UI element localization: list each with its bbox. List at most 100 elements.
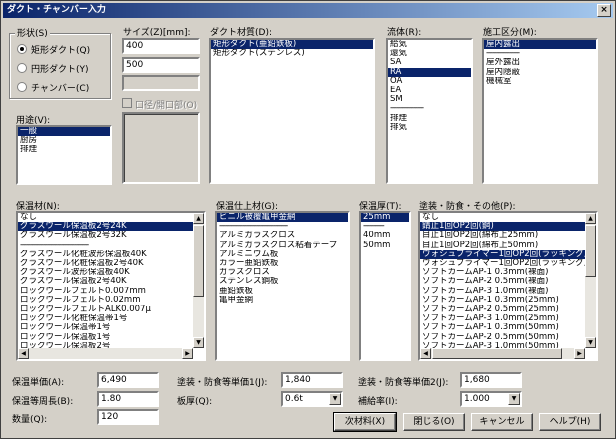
fluid-item[interactable]: SM: [388, 95, 471, 104]
fluid-item[interactable]: 給気: [388, 40, 471, 49]
scroll-right-icon[interactable]: ▶: [182, 348, 193, 359]
insulation-item[interactable]: グラスウール保温板2号24K: [18, 222, 204, 232]
scroll-up-icon[interactable]: ▲: [193, 213, 204, 224]
construction-item[interactable]: 屋内隠蔽: [484, 68, 596, 77]
thickness-list[interactable]: 25mm ---------- 40mm 50mm: [359, 211, 411, 361]
finish-item[interactable]: 亀甲金網: [217, 296, 348, 305]
thickness-item[interactable]: 50mm: [361, 241, 409, 250]
insulation-item[interactable]: ロックウール保温帯1号: [18, 323, 204, 332]
quantity-input[interactable]: 120: [97, 409, 159, 425]
scroll-left-icon[interactable]: ◀: [420, 348, 431, 359]
insulation-item[interactable]: グラスウール保温板2号32K: [18, 231, 204, 240]
opening-list[interactable]: [122, 112, 200, 184]
construction-item[interactable]: 機械室: [484, 77, 596, 86]
insulation-scroll-thumb[interactable]: [193, 225, 204, 297]
coating-item[interactable]: 目止1回OP2回(綿布上25mm): [420, 231, 596, 240]
finish-item[interactable]: アルミガラスクロス粘着テープ: [217, 241, 348, 250]
usage-item[interactable]: 一般: [18, 127, 110, 137]
close-button[interactable]: ×: [597, 4, 611, 17]
coating2-input[interactable]: 1,680: [460, 372, 522, 388]
scroll-up-icon[interactable]: ▲: [585, 213, 596, 224]
coating-list[interactable]: なし 錆止1回OP2回(鋼) 目止1回OP2回(綿布上25mm) 目止1回OP2…: [418, 211, 598, 361]
close-dialog-button[interactable]: 閉じる(O): [403, 413, 465, 431]
coating-item[interactable]: なし: [420, 213, 596, 222]
scroll-left-icon[interactable]: ◀: [18, 348, 29, 359]
insulation-item[interactable]: グラスウール化粧保温板2号40K: [18, 259, 204, 268]
unit-price-input[interactable]: 6,490: [97, 372, 159, 388]
insulation-item[interactable]: なし: [18, 213, 204, 222]
usage-list[interactable]: 一般 厨房 排煙: [16, 125, 112, 185]
coating-item[interactable]: ウォシュプライマー1回OP2回(ラッキング上25mm): [420, 249, 596, 260]
insulation-item[interactable]: グラスウール化粧波形保温板40K: [18, 250, 204, 259]
coating-item[interactable]: ソフトカームAP-3 1.0mm(裸面): [420, 287, 596, 296]
radio-round-duct[interactable]: 円形ダクト(Y): [17, 62, 89, 75]
insulation-item[interactable]: グラスウール波形保温板40K: [18, 268, 204, 277]
coating-item[interactable]: ソフトカームAP-2 0.5mm(50mm): [420, 333, 596, 342]
coating-item[interactable]: ウォシュプライマー1回OP2回(ラッキング上50mm): [420, 259, 596, 268]
coating-hscroll[interactable]: ◀ ▶: [420, 348, 585, 359]
insulation-hscroll[interactable]: ◀ ▶: [18, 348, 193, 359]
coating-hscroll-thumb[interactable]: [432, 348, 562, 359]
plate-select[interactable]: 0.6t ▼: [281, 391, 343, 407]
construction-list[interactable]: 屋内露出 ---------------- 屋外露出 屋内隠蔽 機械室: [482, 38, 598, 184]
duct-material-item[interactable]: 矩形ダクト(亜鉛鉄板): [211, 40, 373, 50]
fluid-item[interactable]: OA: [388, 77, 471, 86]
radio-rect-duct[interactable]: 矩形ダクト(Q): [17, 43, 90, 56]
insulation-item[interactable]: ロックウールフェルトALK0.007μ: [18, 305, 204, 314]
insulation-vscroll[interactable]: ▲ ▼: [193, 213, 204, 348]
radio-chamber-indicator[interactable]: [17, 82, 27, 92]
coating-scroll-thumb[interactable]: [585, 225, 596, 277]
insulation-item[interactable]: ロックウールフェルト0.007mm: [18, 287, 204, 296]
size-width-input[interactable]: 400: [122, 38, 200, 54]
finish-item[interactable]: 亜鉛鉄板: [217, 287, 348, 296]
coating-item[interactable]: ソフトカームAP-3 1.0mm(25mm): [420, 314, 596, 323]
title-bar[interactable]: ダクト・チャンバー入力 ×: [3, 3, 613, 18]
finish-item[interactable]: ビニル被覆亀甲金網: [217, 213, 348, 223]
coating-item[interactable]: ソフトカームAP-2 0.5mm(25mm): [420, 305, 596, 314]
coating-item[interactable]: ソフトカームAP-1 0.3mm(25mm): [420, 296, 596, 305]
next-material-button[interactable]: 次材料(X): [333, 412, 397, 432]
cancel-button[interactable]: キャンセル: [471, 413, 533, 431]
help-button[interactable]: ヘルプ(H): [539, 413, 601, 431]
coating-vscroll[interactable]: ▲ ▼: [585, 213, 596, 348]
radio-round-duct-indicator[interactable]: [17, 63, 27, 73]
insulation-item[interactable]: グラスウール保温板2号40K: [18, 277, 204, 286]
finish-item[interactable]: アルミガラスクロス: [217, 231, 348, 240]
finish-list[interactable]: ビニル被覆亀甲金網 ------------------------------…: [215, 211, 350, 361]
coating1-input[interactable]: 1,840: [281, 372, 343, 388]
size-height-input[interactable]: 500: [122, 57, 200, 73]
thickness-item[interactable]: 25mm: [361, 213, 409, 223]
fluid-item[interactable]: SA: [388, 58, 471, 67]
radio-chamber[interactable]: チャンバー(C): [17, 81, 89, 94]
scroll-right-icon[interactable]: ▶: [574, 348, 585, 359]
fluid-item[interactable]: EA: [388, 86, 471, 95]
fluid-item[interactable]: 排気: [388, 123, 471, 132]
opening-checkbox[interactable]: [122, 98, 132, 108]
finish-item[interactable]: ステンレス鋼板: [217, 277, 348, 286]
coating-item[interactable]: 目止1回OP2回(綿布上50mm): [420, 241, 596, 250]
chevron-down-icon[interactable]: ▼: [329, 393, 341, 405]
usage-item[interactable]: 排煙: [18, 145, 110, 154]
fluid-item[interactable]: 排煙: [388, 114, 471, 123]
coating-item[interactable]: ソフトカームAP-1 0.3mm(裸面): [420, 268, 596, 277]
construction-item[interactable]: 屋内露出: [484, 40, 596, 50]
construction-item[interactable]: 屋外露出: [484, 58, 596, 67]
usage-item[interactable]: 厨房: [18, 136, 110, 145]
coating-item[interactable]: 錆止1回OP2回(鋼): [420, 222, 596, 232]
ratio-select[interactable]: 1.000 ▼: [460, 391, 522, 407]
thickness-item[interactable]: 40mm: [361, 231, 409, 240]
fluid-item[interactable]: 還気: [388, 49, 471, 58]
duct-material-item[interactable]: 矩形ダクト(ステンレス): [211, 49, 373, 58]
insulation-item[interactable]: ロックウールフェルト0.02mm: [18, 296, 204, 305]
fluid-list[interactable]: 給気 還気 SA RA OA EA SM ---------------- 排煙…: [386, 38, 473, 184]
insulation-list[interactable]: なし グラスウール保温板2号24K グラスウール保温板2号32K -------…: [16, 211, 206, 361]
coating-item[interactable]: ソフトカームAP-1 0.3mm(50mm): [420, 323, 596, 332]
finish-item[interactable]: カラー亜鉛鉄板: [217, 259, 348, 268]
insulation-item[interactable]: ロックウール化粧保温帯1号: [18, 314, 204, 323]
coating-item[interactable]: ソフトカームAP-2 0.5mm(裸面): [420, 277, 596, 286]
insulation-item[interactable]: ロックウール保温板1号: [18, 333, 204, 342]
scroll-down-icon[interactable]: ▼: [585, 337, 596, 348]
fluid-item[interactable]: RA: [388, 67, 471, 77]
scroll-down-icon[interactable]: ▼: [193, 337, 204, 348]
radio-rect-duct-indicator[interactable]: [17, 44, 27, 54]
